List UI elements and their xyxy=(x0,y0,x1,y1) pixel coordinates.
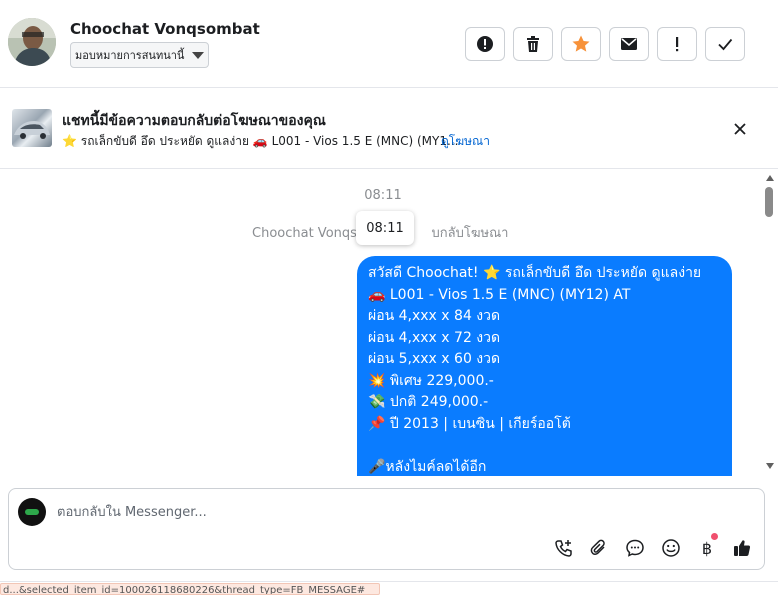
smiley-icon xyxy=(662,539,680,557)
message-line xyxy=(368,435,721,457)
reply-composer: ฿ xyxy=(8,488,765,570)
message-line: 💥 พิเศษ 229,000.- xyxy=(368,372,494,389)
delete-button[interactable] xyxy=(513,27,553,61)
ad-banner-subtitle: ⭐ รถเล็กขับดี อึด ประหยัด ดูแลง่าย 🚗 L00… xyxy=(62,134,459,148)
message-line: 🚗 L001 - Vios 1.5 E (MNC) (MY12) AT xyxy=(368,286,631,303)
message-line: สวัสดี Choochat! ⭐ รถเล็กขับดี อึด ประหย… xyxy=(368,265,702,281)
star-icon xyxy=(572,35,590,52)
scrollbar-thumb[interactable] xyxy=(765,187,773,217)
alert-icon xyxy=(477,36,493,52)
contact-avatar[interactable] xyxy=(8,18,56,66)
message-line: 🎤หลังไมค์ลดได้อีก xyxy=(368,458,487,475)
follow-up-button[interactable] xyxy=(657,27,697,61)
payment-button[interactable]: ฿ xyxy=(695,533,719,560)
message-line: ผ่อน 5,xxx x 60 งวด xyxy=(368,351,501,367)
contact-name[interactable]: Choochat Vonqsombat xyxy=(70,20,260,38)
baht-icon: ฿ xyxy=(701,538,713,558)
status-url-bar: d...&selected_item_id=100026118680226&th… xyxy=(0,583,380,595)
star-button[interactable] xyxy=(561,27,601,61)
chat-bubble-icon xyxy=(626,539,644,557)
page-logo-icon xyxy=(25,509,39,515)
view-ad-link[interactable]: ดูโฆษณา xyxy=(441,132,490,151)
phone-add-icon xyxy=(555,540,572,557)
mark-done-button[interactable] xyxy=(705,27,745,61)
attach-button[interactable] xyxy=(587,536,611,560)
ad-reply-banner: แชทนี้มีข้อความตอบกลับต่อโฆษณาของคุณ ⭐ ร… xyxy=(0,89,778,169)
paperclip-icon xyxy=(590,539,605,556)
thumbs-up-icon xyxy=(734,540,751,556)
divider xyxy=(0,581,778,582)
avatar-photo xyxy=(8,18,56,66)
trash-icon xyxy=(527,36,539,52)
message-list: 08:11 Choochat Vonqsom บกลับโฆษณา 08:11 ส… xyxy=(0,170,778,476)
message-line: 📌 ปี 2013 | เบนซิน | เกียร์ออโต้ xyxy=(368,415,571,432)
close-icon xyxy=(734,123,746,135)
messenger-thread-view: Choochat Vonqsombat มอบหมายการสนทนานี้ แ… xyxy=(0,0,778,595)
message-line: ผ่อน 4,xxx x 72 งวด xyxy=(368,329,501,346)
mark-spam-button[interactable] xyxy=(465,27,505,61)
scroll-up-arrow-icon[interactable] xyxy=(766,175,774,181)
conversation-scrollbar[interactable] xyxy=(764,175,776,473)
outgoing-message-bubble[interactable]: สวัสดี Choochat! ⭐ รถเล็กขับดี อึด ประหย… xyxy=(357,256,732,476)
call-button[interactable] xyxy=(552,536,576,560)
reply-input[interactable] xyxy=(57,501,737,523)
page-avatar xyxy=(18,498,46,526)
exclamation-icon xyxy=(676,37,679,52)
check-icon xyxy=(718,38,733,51)
chevron-down-icon xyxy=(192,51,205,59)
message-timestamp: 08:11 xyxy=(364,188,402,203)
message-line: ผ่อน 4,xxx x 84 งวด xyxy=(368,308,501,324)
car-image xyxy=(14,121,50,139)
assign-conversation-dropdown[interactable]: มอบหมายการสนทนานี้ xyxy=(70,42,210,68)
ad-thumbnail[interactable] xyxy=(12,109,52,147)
system-message-tail: บกลับโฆษณา xyxy=(431,226,509,241)
timestamp-tooltip: 08:11 xyxy=(356,211,414,245)
saved-replies-button[interactable] xyxy=(623,536,647,560)
mark-unread-button[interactable] xyxy=(609,27,649,61)
notification-dot xyxy=(711,533,718,540)
mail-icon xyxy=(621,38,637,50)
thread-header: Choochat Vonqsombat มอบหมายการสนทนานี้ xyxy=(0,0,778,88)
like-button[interactable] xyxy=(730,536,754,560)
assign-label: มอบหมายการสนทนานี้ xyxy=(75,49,185,62)
close-banner-button[interactable] xyxy=(728,117,752,141)
emoji-button[interactable] xyxy=(659,536,683,560)
message-line: 💸 ปกติ 249,000.- xyxy=(368,394,489,410)
ad-banner-title: แชทนี้มีข้อความตอบกลับต่อโฆษณาของคุณ xyxy=(62,113,326,129)
scroll-down-arrow-icon[interactable] xyxy=(766,463,774,469)
